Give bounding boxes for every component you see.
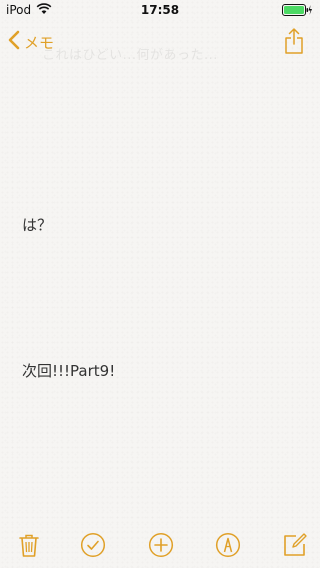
- share-button[interactable]: [285, 28, 303, 58]
- status-bar: iPod 17:58: [0, 0, 320, 20]
- note-faded-title: これはひどい...何があった...: [42, 48, 218, 63]
- checklist-icon[interactable]: [80, 532, 106, 558]
- note-line: は？: [22, 216, 53, 234]
- status-time: 17:58: [140, 3, 180, 17]
- note-line: 次回!!!Part9!: [22, 362, 116, 380]
- add-icon[interactable]: [148, 532, 174, 558]
- compose-icon[interactable]: [282, 532, 308, 558]
- chevron-left-icon: [8, 30, 20, 54]
- trash-icon[interactable]: [16, 532, 42, 558]
- markup-icon[interactable]: [215, 532, 241, 558]
- bottom-toolbar: [0, 522, 320, 568]
- battery-charging-icon: [282, 4, 312, 19]
- share-icon: [285, 28, 303, 58]
